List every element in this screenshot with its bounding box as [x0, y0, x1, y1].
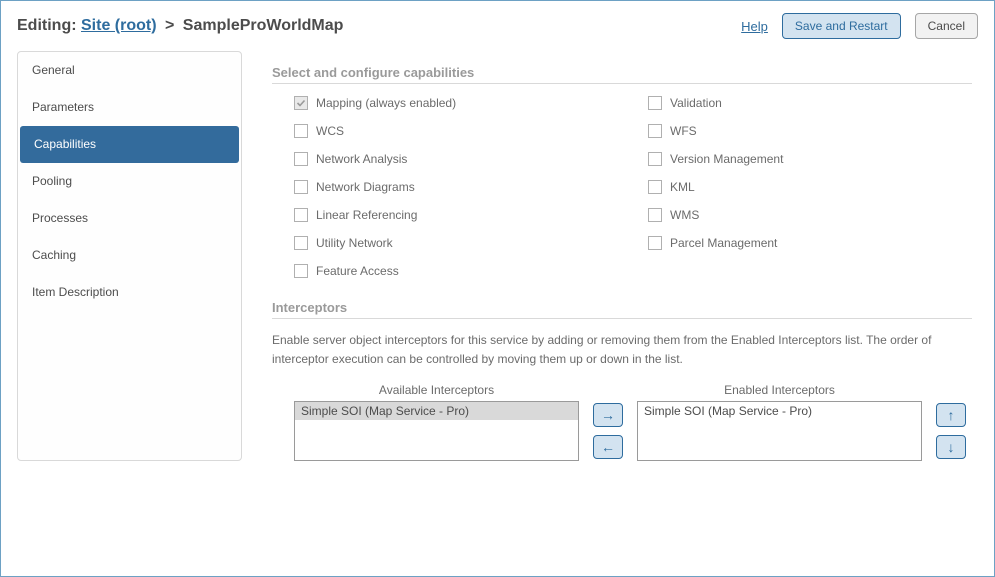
move-left-button[interactable]: ←	[593, 435, 623, 459]
sidebar-item-item-description[interactable]: Item Description	[18, 274, 241, 311]
checkbox[interactable]	[294, 180, 308, 194]
capability-label: Validation	[670, 96, 722, 110]
capability-label: Parcel Management	[670, 236, 777, 250]
capability-item: WCS	[294, 124, 618, 138]
capability-label: Linear Referencing	[316, 208, 417, 222]
checkbox[interactable]	[294, 124, 308, 138]
list-item[interactable]: Simple SOI (Map Service - Pro)	[295, 402, 578, 420]
capability-item: Feature Access	[294, 264, 618, 278]
capability-label: WMS	[670, 208, 699, 222]
help-link[interactable]: Help	[741, 19, 768, 34]
interceptors-description: Enable server object interceptors for th…	[272, 331, 972, 369]
sidebar: General Parameters Capabilities Pooling …	[17, 51, 242, 461]
checkbox[interactable]	[294, 152, 308, 166]
capability-label: KML	[670, 180, 695, 194]
checkbox[interactable]	[648, 180, 662, 194]
arrow-up-icon: ↑	[948, 407, 955, 423]
capability-label: Version Management	[670, 152, 783, 166]
move-up-button[interactable]: ↑	[936, 403, 966, 427]
checkbox[interactable]	[648, 96, 662, 110]
capabilities-section-title: Select and configure capabilities	[272, 65, 972, 84]
capability-item: Linear Referencing	[294, 208, 618, 222]
breadcrumb-root-link[interactable]: Site (root)	[81, 17, 157, 34]
capability-item: Mapping (always enabled)	[294, 96, 618, 110]
available-interceptors-label: Available Interceptors	[379, 383, 494, 397]
sidebar-item-parameters[interactable]: Parameters	[18, 89, 241, 126]
capability-label: WCS	[316, 124, 344, 138]
capability-label: Network Diagrams	[316, 180, 415, 194]
capability-item: Network Diagrams	[294, 180, 618, 194]
available-interceptors-list[interactable]: Simple SOI (Map Service - Pro)	[294, 401, 579, 461]
sidebar-item-label: Item Description	[32, 285, 119, 299]
capability-label: Mapping (always enabled)	[316, 96, 456, 110]
checkbox[interactable]	[648, 152, 662, 166]
arrow-left-icon: ←	[601, 439, 615, 455]
enabled-interceptors-label: Enabled Interceptors	[724, 383, 835, 397]
enabled-interceptors-list[interactable]: Simple SOI (Map Service - Pro)	[637, 401, 922, 461]
sidebar-item-label: General	[32, 63, 75, 77]
move-down-button[interactable]: ↓	[936, 435, 966, 459]
checkbox[interactable]	[294, 264, 308, 278]
capability-label: WFS	[670, 124, 697, 138]
sidebar-item-caching[interactable]: Caching	[18, 237, 241, 274]
capability-label: Utility Network	[316, 236, 393, 250]
capability-item: Utility Network	[294, 236, 618, 250]
capability-item: WFS	[648, 124, 972, 138]
checkbox[interactable]	[294, 236, 308, 250]
sidebar-item-pooling[interactable]: Pooling	[18, 163, 241, 200]
capability-item: Network Analysis	[294, 152, 618, 166]
capability-item: Parcel Management	[648, 236, 972, 250]
sidebar-item-general[interactable]: General	[18, 52, 241, 89]
cancel-button[interactable]: Cancel	[915, 13, 978, 39]
capability-label: Feature Access	[316, 264, 399, 278]
list-item[interactable]: Simple SOI (Map Service - Pro)	[638, 402, 921, 420]
checkbox[interactable]	[648, 208, 662, 222]
sidebar-item-label: Pooling	[32, 174, 72, 188]
checkbox[interactable]	[648, 236, 662, 250]
sidebar-item-label: Caching	[32, 248, 76, 262]
arrow-right-icon: →	[601, 407, 615, 423]
capability-item: Version Management	[648, 152, 972, 166]
capability-label: Network Analysis	[316, 152, 407, 166]
sidebar-item-label: Parameters	[32, 100, 94, 114]
breadcrumb-prefix: Editing:	[17, 17, 77, 34]
move-right-button[interactable]: →	[593, 403, 623, 427]
sidebar-item-processes[interactable]: Processes	[18, 200, 241, 237]
breadcrumb-current: SampleProWorldMap	[183, 17, 344, 34]
sidebar-item-label: Processes	[32, 211, 88, 225]
checkbox[interactable]	[294, 208, 308, 222]
capability-item: KML	[648, 180, 972, 194]
capability-item: Validation	[648, 96, 972, 110]
checkbox	[294, 96, 308, 110]
checkbox[interactable]	[648, 124, 662, 138]
interceptors-section-title: Interceptors	[272, 300, 972, 319]
sidebar-item-label: Capabilities	[34, 137, 96, 151]
breadcrumb-separator: >	[165, 17, 174, 34]
save-and-restart-button[interactable]: Save and Restart	[782, 13, 901, 39]
sidebar-item-capabilities[interactable]: Capabilities	[20, 126, 239, 163]
breadcrumb: Editing: Site (root) > SampleProWorldMap	[17, 17, 343, 35]
capability-item: WMS	[648, 208, 972, 222]
arrow-down-icon: ↓	[948, 439, 955, 455]
